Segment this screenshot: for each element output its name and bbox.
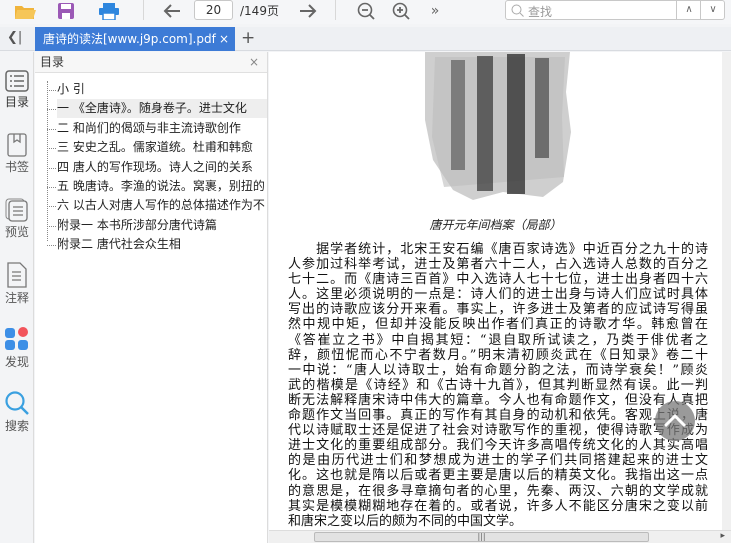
horizontal-scrollbar[interactable]: ||| ▸ [269,530,731,543]
search-input[interactable]: 查找 [528,3,552,20]
chevron-up-icon [663,413,687,428]
text-line: 人。这里必须说明的一点是：诗人们的进士出身与诗人们应试时具体 [288,287,708,303]
tree-connector [47,245,56,247]
next-page-icon[interactable] [296,0,320,22]
text-line: 断无法解释唐宋诗中伟大的篇章。今人也有命题作文，但没有人真把 [288,392,708,408]
sidebar-item-discover[interactable]: 发现 [0,326,34,370]
outline-close-button[interactable]: × [249,52,259,73]
tab-document[interactable]: 唐诗的读法[www.j9p.com].pdf × [35,27,235,51]
sidebar-item-bookmarks[interactable]: 书签 [0,133,34,175]
search-icon [511,4,524,17]
search-prev-button[interactable]: ∧ [676,1,701,19]
outline-item[interactable]: 六 以古人对唐人写作的总体描述作为不 [57,196,267,215]
text-line: 的意思是，在很多寻章摘句者的心里，先秦、两汉、六朝的文学成就 [288,483,708,499]
tree-connector [47,128,56,130]
more-tools-button[interactable]: » [425,0,445,22]
tree-connector [47,225,56,227]
outline-item[interactable]: 三 安史之乱。儒家道统。杜甫和韩愈 [57,138,267,157]
text-line: 其实是模模糊糊地存在着的。或者说，许多人不能区分唐宋之变以前 [288,498,708,514]
sidebar-item-search[interactable]: 搜索 [0,390,34,434]
sidebar-item-annotations[interactable]: 注释 [0,262,34,306]
text-line: 七十二。而《唐诗三百首》中入选诗人七十七位，进士出身者四十六 [288,272,708,288]
zoom-out-icon[interactable] [354,0,378,22]
search-box[interactable]: 查找 ∧ ∨ [505,0,725,20]
toolbar: 20 /149页 » 查找 ∧ ∨ [0,0,731,24]
bookmark-icon [7,133,27,157]
previous-page-icon[interactable] [160,0,184,22]
page-number-input[interactable]: 20 [194,0,233,20]
outline-item[interactable]: 附录二 唐代社会众生相 [57,235,267,254]
outline-item[interactable]: 一 《全唐诗》。随身卷子。进士文化 [57,99,267,119]
sidebar-item-preview[interactable]: 预览 [0,198,34,240]
tab-close-button[interactable]: × [219,27,229,51]
horizontal-scrollbar-thumb[interactable]: ||| [314,532,649,542]
save-icon[interactable] [54,0,78,22]
preview-icon [5,198,28,222]
open-folder-icon[interactable] [12,0,38,22]
text-line: 辞，颜忸怩而心不宁者数月。”明末清初顾炎武在《日知录》卷二十 [288,347,708,363]
zoom-in-icon[interactable] [389,0,413,22]
tree-connector [47,90,56,91]
text-line: 进士文化的重要组成部分。我们今天许多高唱传统文化的人其实高唱 [288,438,708,454]
sidebar-item-toc[interactable]: 目录 [0,70,34,110]
text-line: 一中说：“唐人以诗取士，始有命题分韵之法，而诗学衰矣！”顾炎 [288,362,708,378]
search-next-button[interactable]: ∨ [700,1,725,19]
text-line: 化。这也就是隋以后或者更主要是唐以后的精英文化。我指出这一点 [288,468,708,484]
annotation-icon [7,262,27,288]
outline-item[interactable]: 五 晚唐诗。李渔的说法。窝裹，别扭的 [57,177,267,196]
outline-item[interactable]: 二 和尚们的偈颂与非主流诗歌创作 [57,119,267,138]
toc-icon [5,70,29,92]
text-line: 《答崔立之书》中自揭其短：“退自取所试读之，乃类于俳优者之 [288,332,708,348]
image-caption: 唐开元年间档案（局部） [429,218,562,232]
tree-connector [47,206,56,208]
text-line: 人参加过科举考试，进士及第者六十二人，占入选诗人总数的百分之 [288,257,708,273]
collapse-sidebar-button[interactable]: ❮| [7,30,22,45]
archive-image [425,52,571,200]
discover-icon [5,327,28,350]
tree-connector [47,109,56,111]
text-line: 武的楷模是《诗经》和《古诗十九首》，但其判断显然有误。此一判 [288,377,708,393]
tree-connector [47,167,56,169]
text-line: 写出的诗歌应该分开来看。事实上，许多进士及第者的应试诗写得虽 [288,302,708,318]
tab-title: 唐诗的读法[www.j9p.com].pdf [43,32,216,46]
left-sidebar: 目录 书签 预览 注释 发现 搜索 [0,52,34,543]
scroll-right-arrow[interactable]: ▸ [720,531,725,541]
new-tab-button[interactable]: + [241,28,255,48]
body-text: 据学者统计，北宋王安石编《唐百家诗选》中近百分之九十的诗 人参加过科举考试，进士及… [288,242,708,529]
outline-item[interactable]: 小 引 [57,80,267,99]
text-line: 据学者统计，北宋王安石编《唐百家诗选》中近百分之九十的诗 [288,242,708,257]
print-icon[interactable] [96,0,122,22]
document-page: 唐开元年间档案（局部） 据学者统计，北宋王安石编《唐百家诗选》中近百分之九十的诗… [269,52,722,530]
tab-bar: ❮| 唐诗的读法[www.j9p.com].pdf × + [0,27,731,51]
vertical-scrollbar[interactable] [722,52,731,530]
text-line: 代以诗赋取士还是促进了社会对诗歌写作的重视，使得诗歌写作成为 [288,423,708,439]
tree-connector [47,148,56,150]
text-line: 的是由历代进士们和梦想成为进士的学子们共同搭建起来的进士文 [288,453,708,469]
outline-item[interactable]: 四 唐人的写作现场。诗人之间的关系 [57,158,267,177]
tree-connector [47,187,56,188]
outline-item[interactable]: 附录一 本书所涉部分唐代诗篇 [57,216,267,235]
text-line: 命题作文当回事。真正的写作有其自身的动机和依凭。客观上说，唐 [288,408,708,424]
page-total: /149页 [240,4,279,18]
text-line: 然中规中矩，但却并没能反映出作者们真正的诗歌才华。韩愈曾在 [288,317,708,333]
back-to-top-button[interactable] [655,401,695,441]
text-line: 和唐宋之变以后的颇为不同的中国文学。 [288,513,523,529]
outline-title: 目录 [40,55,65,69]
tree-line [47,81,48,241]
outline-panel: 目录 × 小 引一 《全唐诗》。随身卷子。进士文化二 和尚们的偈颂与非主流诗歌创作… [35,52,268,543]
search-icon [5,391,29,415]
